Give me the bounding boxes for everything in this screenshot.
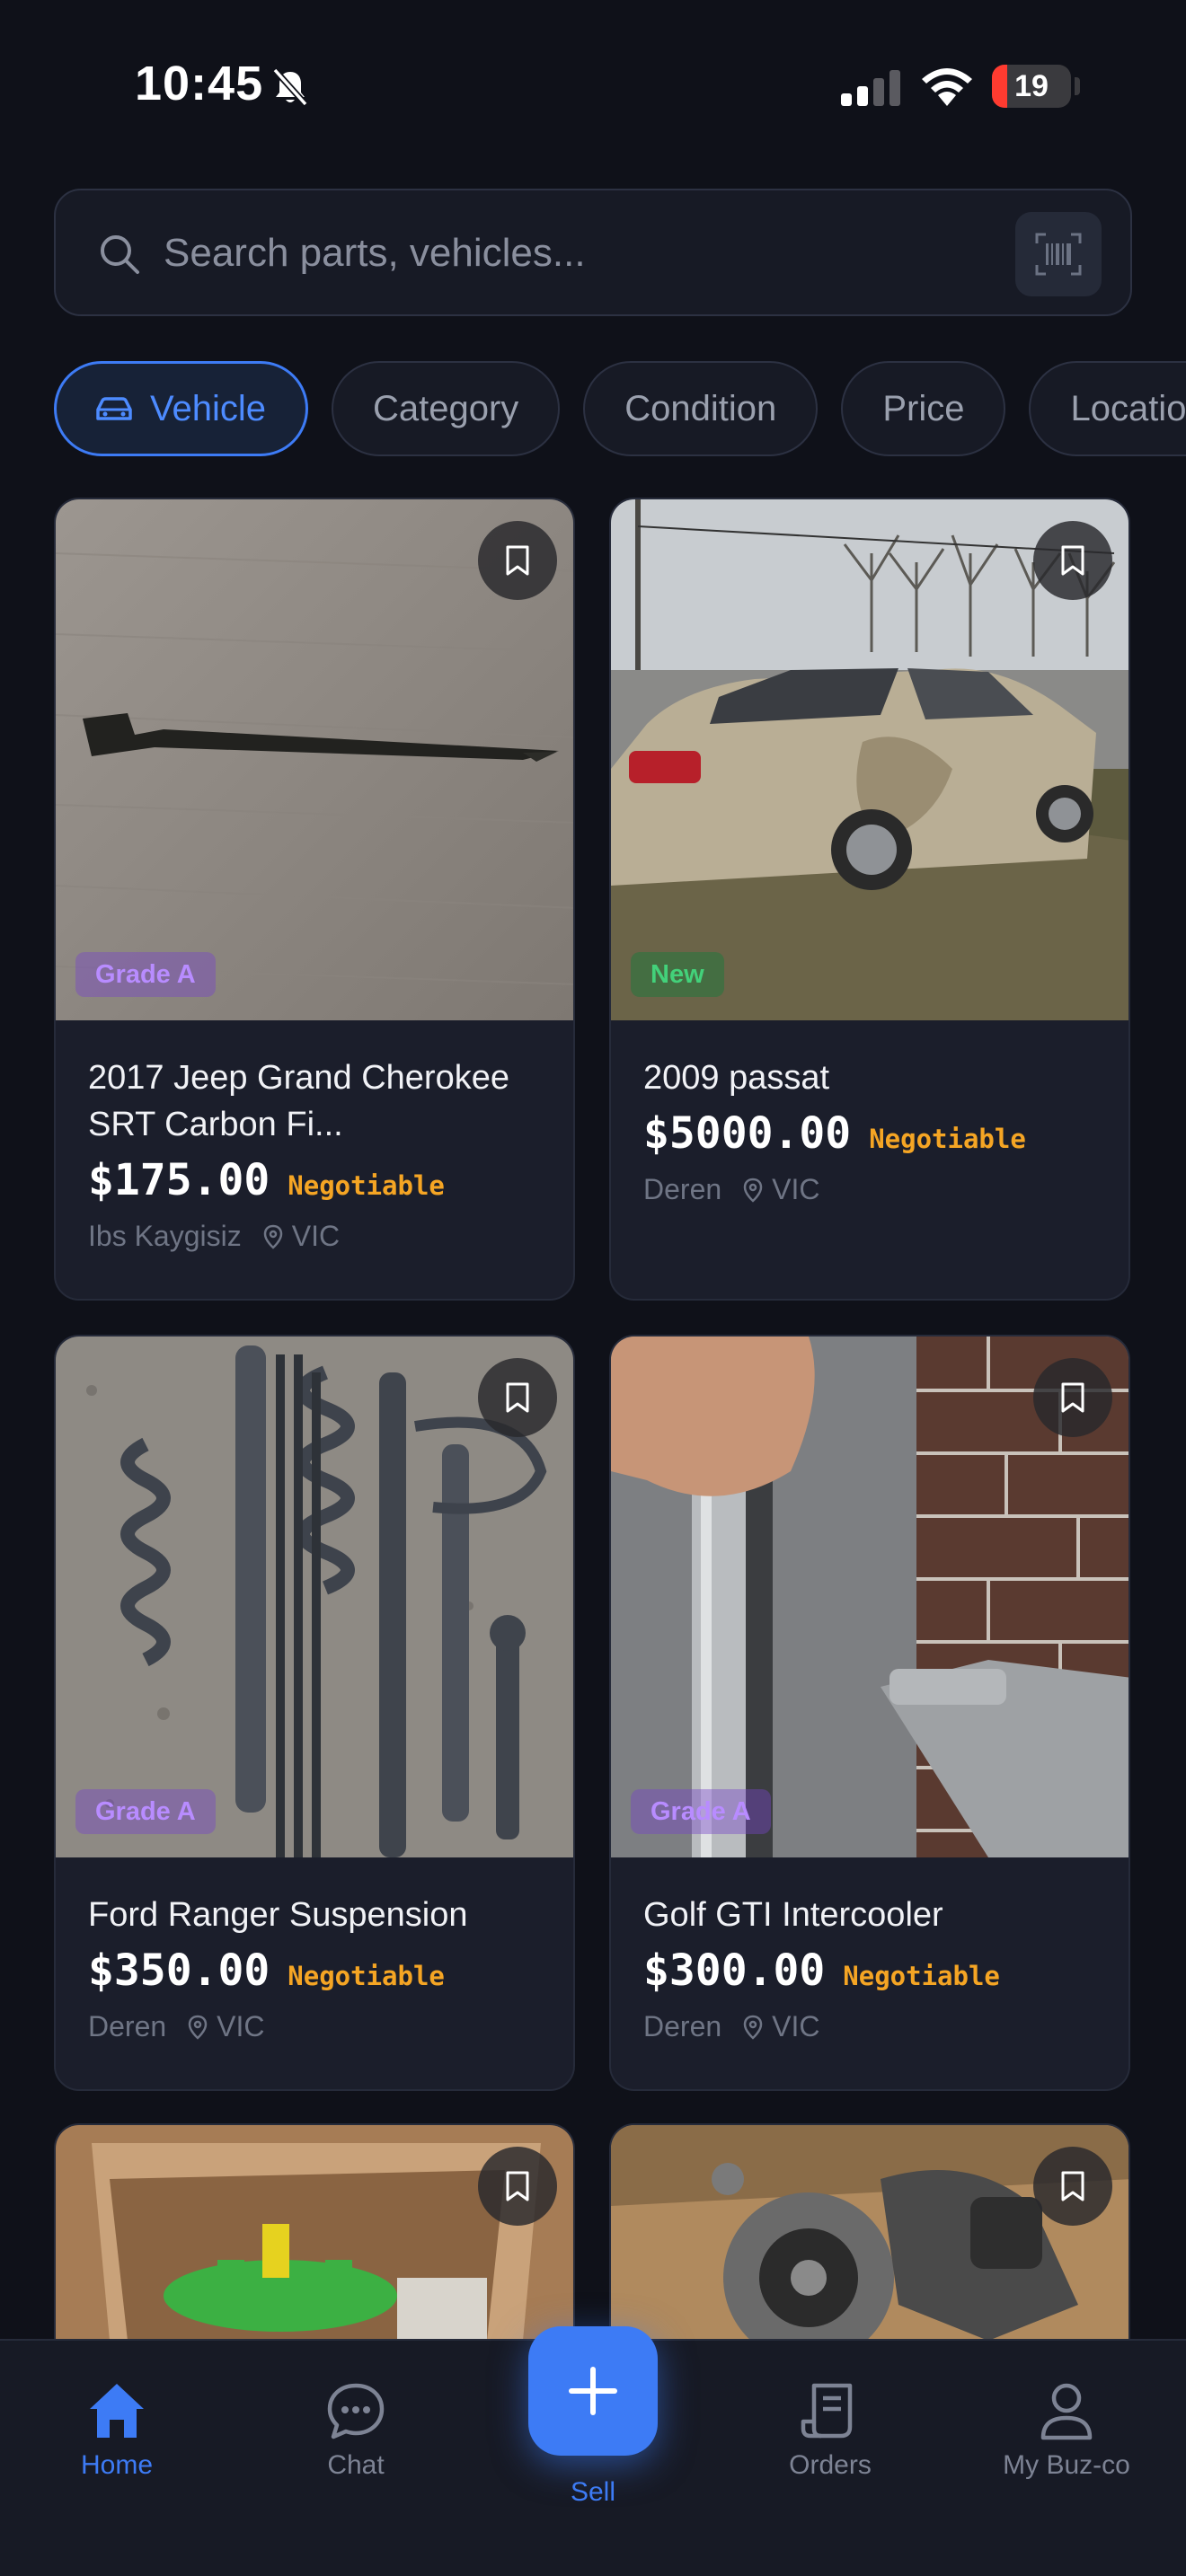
negotiable-tag: Negotiable xyxy=(288,1961,445,1991)
filter-chip-vehicle[interactable]: Vehicle xyxy=(54,361,308,456)
filter-chips: Vehicle Category Condition Price Locatio… xyxy=(54,361,1186,458)
filter-chip-label: Price xyxy=(882,388,965,428)
sell-label: Sell xyxy=(570,2477,616,2507)
seller-name: Ibs Kaygisiz xyxy=(88,1220,242,1252)
bookmark-button[interactable] xyxy=(1033,1358,1112,1437)
barcode-scan-icon xyxy=(1035,233,1082,276)
listing-details: 2009 passat $5000.00 Negotiable Deren VI… xyxy=(643,1054,1111,1206)
bookmark-icon xyxy=(506,2171,529,2201)
listing-card[interactable]: New 2009 passat $5000.00 Negotiable Dere… xyxy=(609,498,1130,1301)
filter-chip-condition[interactable]: Condition xyxy=(583,361,819,456)
nav-chat[interactable]: Chat xyxy=(266,2377,446,2481)
price-row: $5000.00 Negotiable xyxy=(643,1108,1111,1159)
listing-card[interactable]: Grade A Golf GTI Intercooler $300.00 Neg… xyxy=(609,1335,1130,2091)
listing-meta: Ibs Kaygisiz VIC xyxy=(88,1220,555,1253)
nav-home[interactable]: Home xyxy=(27,2377,207,2481)
filter-chip-category[interactable]: Category xyxy=(331,361,561,456)
listing-meta: Deren VIC xyxy=(643,2010,1111,2043)
nav-account[interactable]: My Buz-co xyxy=(977,2377,1156,2481)
filter-chip-location[interactable]: Location xyxy=(1029,361,1186,456)
seller-name: Deren xyxy=(88,2010,167,2042)
negotiable-tag: Negotiable xyxy=(288,1170,445,1201)
listing-meta: Deren VIC xyxy=(643,1173,1111,1206)
condition-badge: Grade A xyxy=(631,1789,771,1834)
search-input[interactable] xyxy=(164,217,1044,289)
home-icon xyxy=(90,2384,144,2438)
condition-badge: New xyxy=(631,952,724,997)
bookmark-icon xyxy=(1061,2171,1084,2201)
seller-name: Deren xyxy=(643,1173,722,1205)
negotiable-tag: Negotiable xyxy=(869,1124,1026,1154)
user-profile-icon xyxy=(1040,2383,1093,2440)
listing-price: $175.00 xyxy=(88,1155,270,1205)
nav-label: Home xyxy=(80,2450,154,2480)
price-row: $175.00 Negotiable xyxy=(88,1155,555,1205)
bookmark-button[interactable] xyxy=(1033,521,1112,600)
listing-title: 2009 passat xyxy=(643,1059,830,1097)
listing-price: $350.00 xyxy=(88,1945,270,1996)
listing-title: Ford Ranger Suspension xyxy=(88,1896,468,1934)
listing-meta: Deren VIC xyxy=(88,2010,555,2043)
condition-badge: Grade A xyxy=(75,1789,216,1834)
status-bar: 10:45 19 xyxy=(0,0,1186,171)
price-row: $300.00 Negotiable xyxy=(643,1945,1111,1996)
listing-details: Ford Ranger Suspension $350.00 Negotiabl… xyxy=(88,1892,555,2043)
bookmark-button[interactable] xyxy=(478,521,557,600)
condition-badge: Grade A xyxy=(75,952,216,997)
status-time: 10:45 xyxy=(135,57,264,110)
bookmark-button[interactable] xyxy=(478,1358,557,1437)
cellular-signal-icon xyxy=(841,70,900,106)
bookmark-icon xyxy=(1061,545,1084,576)
listing-location: VIC xyxy=(291,1220,341,1252)
search-bar[interactable] xyxy=(54,189,1132,316)
nav-label: Chat xyxy=(327,2450,385,2480)
listing-card[interactable]: Grade A 2017 Jeep Grand Cherokee SRT Car… xyxy=(54,498,575,1301)
bookmark-icon xyxy=(506,1382,529,1413)
receipt-icon xyxy=(801,2383,853,2439)
listing-title: 2017 Jeep Grand Cherokee SRT Carbon Fi..… xyxy=(88,1059,509,1143)
listing-location: VIC xyxy=(772,1173,820,1205)
location-pin-icon xyxy=(743,1178,763,1203)
filter-chip-label: Vehicle xyxy=(150,388,266,428)
listing-price: $300.00 xyxy=(643,1945,826,1996)
battery-percentage: 19 xyxy=(1014,68,1049,103)
listing-details: 2017 Jeep Grand Cherokee SRT Carbon Fi..… xyxy=(88,1054,555,1253)
sell-button[interactable] xyxy=(528,2326,658,2456)
nav-label: My Buz-co xyxy=(1003,2450,1130,2480)
plus-icon xyxy=(569,2367,617,2415)
seller-name: Deren xyxy=(643,2010,722,2042)
price-row: $350.00 Negotiable xyxy=(88,1945,555,1996)
listing-card[interactable]: Grade A Ford Ranger Suspension $350.00 N… xyxy=(54,1335,575,2091)
filter-chip-label: Category xyxy=(372,388,519,428)
listing-price: $5000.00 xyxy=(643,1108,852,1159)
location-pin-icon xyxy=(188,2015,208,2040)
listing-location: VIC xyxy=(772,2010,820,2042)
battery-cap xyxy=(1075,77,1080,95)
listing-title: Golf GTI Intercooler xyxy=(643,1896,943,1934)
bookmark-icon xyxy=(506,545,529,576)
bookmark-button[interactable] xyxy=(478,2147,557,2226)
wifi-icon xyxy=(922,68,972,106)
negotiable-tag: Negotiable xyxy=(843,1961,1000,1991)
filter-chip-label: Location xyxy=(1070,388,1186,428)
location-pin-icon xyxy=(743,2015,763,2040)
filter-chip-label: Condition xyxy=(624,388,777,428)
battery-indicator: 19 xyxy=(992,65,1071,108)
bookmark-icon xyxy=(1061,1382,1084,1413)
bookmark-button[interactable] xyxy=(1033,2147,1112,2226)
listing-location: VIC xyxy=(217,2010,265,2042)
filter-chip-price[interactable]: Price xyxy=(841,361,1006,456)
nav-label: Orders xyxy=(789,2450,872,2480)
chat-bubble-icon xyxy=(327,2383,385,2439)
car-icon xyxy=(96,397,132,420)
search-icon xyxy=(101,235,139,274)
location-pin-icon xyxy=(263,1224,282,1249)
barcode-scan-button[interactable] xyxy=(1015,212,1102,296)
listing-details: Golf GTI Intercooler $300.00 Negotiable … xyxy=(643,1892,1111,2043)
bell-muted-icon xyxy=(272,67,308,107)
nav-orders[interactable]: Orders xyxy=(740,2377,920,2481)
